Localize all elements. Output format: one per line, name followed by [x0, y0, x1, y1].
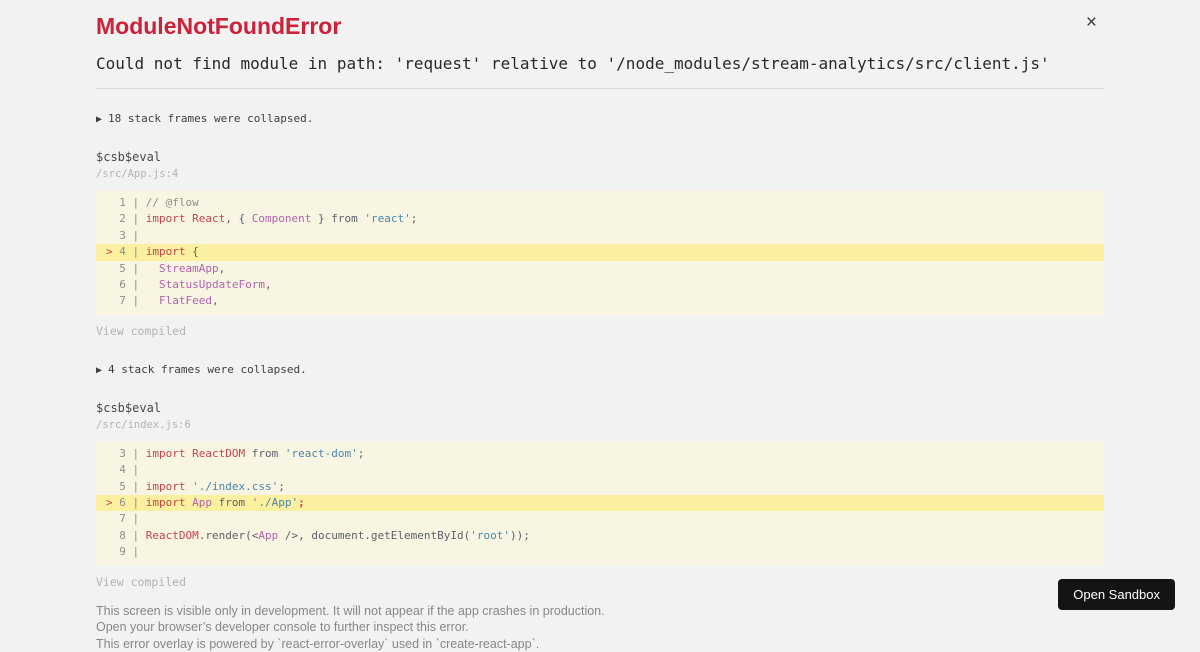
code-line: 5 | StreamApp,	[106, 261, 226, 275]
code-line: > 6 | import App from './App';	[96, 495, 1104, 512]
code-line: 2 | import React, { Component } from 're…	[106, 212, 418, 226]
code-line: 1 | // @flow	[106, 196, 199, 209]
code-frame: 3 | import ReactDOM from 'react-dom'; 4 …	[96, 440, 1104, 566]
footer-notes: This screen is visible only in developme…	[96, 603, 1104, 652]
view-compiled-link[interactable]: View compiled	[96, 324, 186, 338]
stack-frame-section: ▶ 18 stack frames were collapsed. $csb$eva…	[96, 111, 1104, 340]
collapsed-frames-label: 4 stack frames were collapsed.	[108, 362, 307, 376]
collapsed-frames-label: 18 stack frames were collapsed.	[108, 112, 314, 125]
footer-note: Open your browser’s developer console to…	[96, 620, 469, 635]
code-line: 9 |	[106, 545, 146, 559]
code-frame: 1 | // @flow 2 | import React, { Compone…	[96, 190, 1104, 315]
close-icon[interactable]: ×	[1086, 13, 1097, 32]
error-title: ModuleNotFoundError	[96, 13, 342, 39]
divider	[96, 88, 1104, 89]
collapsed-frames-toggle[interactable]: ▶ 4 stack frames were collapsed.	[96, 362, 1104, 379]
stack-frame-function: $csb$eval	[96, 150, 162, 164]
stack-trace: ▶ 18 stack frames were collapsed. $csb$eva…	[96, 111, 1104, 591]
error-overlay: × ModuleNotFoundError Could not find mod…	[0, 0, 1200, 651]
open-sandbox-button[interactable]: Open Sandbox	[1058, 579, 1175, 610]
collapsed-frames-toggle[interactable]: ▶ 18 stack frames were collapsed.	[96, 111, 1104, 128]
code-line: 7 |	[106, 512, 146, 526]
code-line: 3 | import ReactDOM from 'react-dom';	[106, 446, 365, 460]
code-line: 3 |	[106, 228, 146, 242]
stack-frame-location: /src/App.js:4	[96, 168, 179, 180]
error-message: Could not find module in path: 'request'…	[96, 54, 1050, 73]
footer-note: This screen is visible only in developme…	[96, 603, 605, 618]
code-line: 8 | ReactDOM.render(<App />, document.ge…	[106, 528, 530, 542]
code-line: 7 | FlatFeed,	[106, 294, 219, 308]
code-line: 5 | import './index.css';	[106, 479, 285, 493]
code-line: 6 | StatusUpdateForm,	[106, 278, 272, 292]
view-compiled-link[interactable]: View compiled	[96, 575, 186, 589]
stack-frame-function: $csb$eval	[96, 400, 162, 415]
footer-note: This error overlay is powered by `react-…	[96, 636, 540, 651]
code-line: 4 |	[106, 463, 146, 477]
expand-arrow-icon: ▶	[96, 364, 103, 376]
expand-arrow-icon: ▶	[96, 114, 103, 125]
code-line: > 4 | import {	[96, 244, 1104, 261]
stack-frame-location: /src/index.js:6	[96, 418, 191, 431]
stack-frame-section: ▶ 4 stack frames were collapsed. $csb$eval…	[96, 362, 1104, 591]
